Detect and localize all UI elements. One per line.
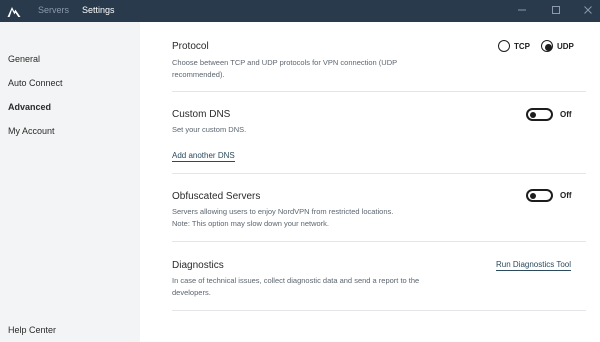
sidebar-item-auto-connect[interactable]: Auto Connect: [8, 77, 63, 89]
diagnostics-description-line1: In case of technical issues, collect dia…: [172, 276, 420, 285]
divider: [172, 91, 586, 92]
radio-selected-icon: [541, 40, 553, 52]
diagnostics-title: Diagnostics: [172, 260, 224, 271]
protocol-title: Protocol: [172, 41, 209, 52]
maximize-icon[interactable]: [549, 3, 563, 17]
title-bar: Servers Settings: [0, 0, 600, 22]
tab-servers[interactable]: Servers: [38, 4, 69, 16]
close-icon[interactable]: [581, 3, 595, 17]
obfuscated-servers-toggle[interactable]: [526, 189, 553, 202]
custom-dns-title: Custom DNS: [172, 109, 231, 120]
toggle-knob-icon: [530, 111, 536, 118]
divider: [172, 173, 586, 174]
divider: [172, 241, 586, 242]
toggle-knob-icon: [530, 192, 536, 199]
protocol-description-line1: Choose between TCP and UDP protocols for…: [172, 58, 398, 67]
protocol-description-line2: recommended).: [172, 70, 225, 79]
sidebar-item-advanced[interactable]: Advanced: [8, 101, 51, 113]
obfuscated-servers-title: Obfuscated Servers: [172, 191, 261, 202]
protocol-tcp-label: TCP: [514, 42, 530, 51]
sidebar: General Auto Connect Advanced My Account…: [0, 22, 140, 342]
custom-dns-description: Set your custom DNS.: [172, 125, 247, 134]
protocol-udp-label: UDP: [557, 42, 574, 51]
diagnostics-description-line2: developers.: [172, 288, 211, 297]
run-diagnostics-tool-link[interactable]: Run Diagnostics Tool: [496, 259, 572, 271]
help-center-link[interactable]: Help Center: [8, 324, 56, 336]
sidebar-item-general[interactable]: General: [8, 53, 40, 65]
obfuscated-description-line2: Note: This option may slow down your net…: [172, 219, 330, 228]
custom-dns-toggle-label: Off: [560, 110, 572, 119]
minimize-icon[interactable]: [515, 3, 529, 17]
tab-settings[interactable]: Settings: [82, 4, 115, 16]
nordvpn-logo-icon: [6, 3, 22, 19]
sidebar-item-my-account[interactable]: My Account: [8, 125, 55, 137]
divider: [172, 310, 586, 311]
obfuscated-description-line1: Servers allowing users to enjoy NordVPN …: [172, 207, 394, 216]
add-another-dns-link[interactable]: Add another DNS: [172, 150, 235, 162]
radio-unselected-icon: [498, 40, 510, 52]
obfuscated-toggle-label: Off: [560, 191, 572, 200]
custom-dns-toggle[interactable]: [526, 108, 553, 121]
